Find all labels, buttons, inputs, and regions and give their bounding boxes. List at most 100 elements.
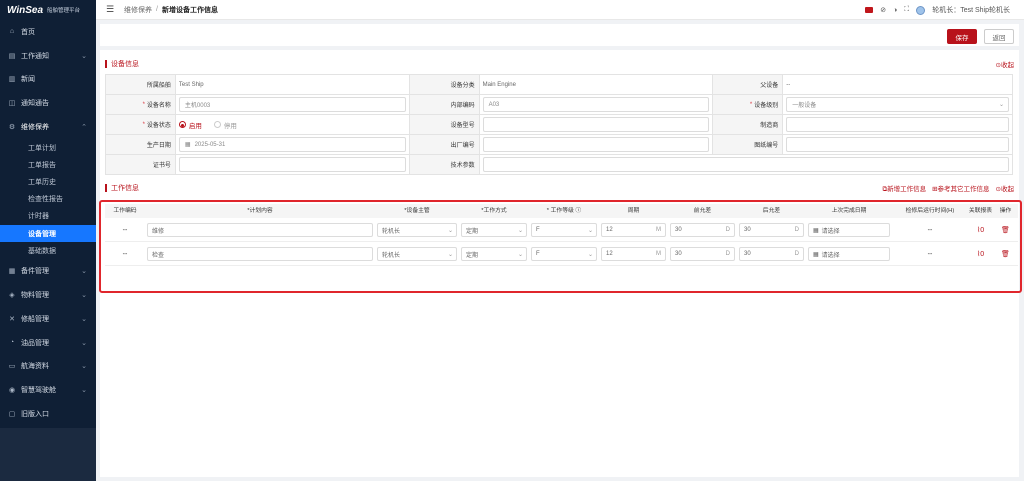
menu-icon: ✕ [9,315,15,323]
role-select[interactable]: 轮机长 ⌄ [377,247,457,261]
model-input[interactable] [482,117,710,132]
menu-icon: ▥ [8,76,16,84]
menu2-item-1[interactable]: ◈ 物料管理 ⌄ [0,283,96,307]
label-level: * 设备级别 [713,95,784,115]
chevron-down-icon: ⌄ [81,339,87,347]
delete-icon[interactable]: 🗑 [1001,250,1010,258]
grade-select[interactable]: F ⌄ [531,247,597,261]
delete-icon[interactable]: 🗑 [1001,226,1010,234]
submenu-item-0[interactable]: 工单计划 [0,139,96,156]
content-input[interactable]: 检查 [147,247,373,261]
menu-icon: ◈ [9,291,15,299]
cert-input[interactable] [178,157,406,172]
menu2-item-2[interactable]: ✕ 修船管理 ⌄ [0,307,96,331]
menu2-item-6[interactable]: ▢ 旧版入口 [0,402,96,426]
menu2-item-0[interactable]: ▦ 备件管理 ⌄ [0,259,96,283]
role-select[interactable]: 轮机长 ⌄ [377,223,457,237]
save-button[interactable]: 保存 [947,29,977,44]
mode-select[interactable]: 定期 ⌄ [461,223,527,237]
submenu-item-4[interactable]: 计时器 [0,208,96,225]
brand-name: WinSea [7,4,44,16]
back-button[interactable]: 返回 [984,29,1014,44]
before-input[interactable]: 30 D [670,247,735,261]
submenu-item-2[interactable]: 工单历史 [0,173,96,190]
chevron-up-icon: ⌃ [81,124,87,132]
label-status: * 设备状态 [106,115,176,135]
work-table-header: 工作编码 *计划内容 *设备主管 *工作方式 * 工作等级 ⓘ 周期 前允差 后… [105,204,1018,218]
ship-value: Test Ship [175,75,410,95]
chevron-down-icon: ⌄ [447,227,453,234]
theme-icon[interactable]: ◑ [893,7,897,14]
calendar-icon: ▦ [813,251,819,258]
label-category: 设备分类 [409,75,480,95]
menu-label: 航海资料 [21,363,49,371]
last-date-picker[interactable]: ▦ 请选择 [808,223,890,237]
breadcrumb-separator: / [156,6,158,13]
submenu-item-6[interactable]: 基础数据 [0,242,96,259]
chevron-down-icon: ⌄ [81,52,87,60]
attachment-icon[interactable]: ⌇0 [977,250,984,258]
menu-label: 首页 [21,28,35,36]
after-input[interactable]: 30 D [739,223,804,237]
menu-icon: ⌂ [9,28,15,36]
compass-icon[interactable]: ⊘ [880,6,886,14]
name-input[interactable]: 主机0003 [178,97,406,112]
grade-select[interactable]: F ⌄ [531,223,597,237]
table-row: -- 维修 轮机长 ⌄ 定期 ⌄ F ⌄ 12 M 30 D 30 D ▦ 请选择 -- ⌇0 🗑 [105,219,1018,242]
after-input[interactable]: 30 D [739,247,804,261]
params-input[interactable] [482,157,1009,172]
menu-toggle-icon[interactable]: ☰ [106,4,116,15]
menu-item-0[interactable]: ⌂ 首页 [0,20,96,44]
table-row: -- 检查 轮机长 ⌄ 定期 ⌄ F ⌄ 12 M 30 D 30 D ▦ 请选择 -- ⌇0 🗑 [105,243,1018,266]
serial-input[interactable] [482,137,710,152]
menu-icon: ◫ [8,100,16,108]
label-drawing: 图纸编号 [713,135,784,155]
status-on-radio[interactable]: 启用 [178,120,202,130]
before-input[interactable]: 30 D [670,223,735,237]
work-collapse-button[interactable]: ⊙收起 [996,183,1014,194]
menu-label: 旧版入口 [21,410,49,418]
menu-item-2[interactable]: ▥ 新闻 [0,68,96,92]
menu-item-4[interactable]: ⚙ 维修保养 ⌃ [0,115,96,139]
attachment-icon[interactable]: ⌇0 [977,226,984,234]
sidebar: WinSea 船舶管理平台 ⌂ 首页 ▤ 工作通知 ⌄ ▥ 新闻 ◫ 通知通告 ⚙ 维修保养 ⌃ 工单计… [0,0,96,481]
chevron-down-icon: ⌄ [587,227,593,234]
mail-icon[interactable] [865,7,874,13]
menu-item-3[interactable]: ◫ 通知通告 [0,91,96,115]
menu-icon: ◉ [8,387,16,395]
cycle-input[interactable]: 12 M [601,247,666,261]
mode-select[interactable]: 定期 ⌄ [461,247,527,261]
add-work-button[interactable]: ⧉新增工作信息 [882,183,926,194]
chevron-down-icon: ⌄ [81,268,87,276]
drawing-input[interactable] [786,137,1009,152]
level-select[interactable]: 一般设备 ⌄ [786,97,1009,112]
topbar: ☰ 维修保养 / 新增设备工作信息 ⊘ ◑ ⛶ 轮机长：Test Ship轮机长 [96,0,1024,20]
label-parent: 父设备 [713,75,784,95]
menu-icon: ▭ [8,363,16,371]
avatar[interactable] [916,5,926,15]
menu-item-1[interactable]: ▤ 工作通知 ⌄ [0,44,96,68]
content-input[interactable]: 维修 [147,223,373,237]
calendar-icon: ▦ [813,227,819,234]
menu2-item-3[interactable]: ◔ 油品管理 ⌄ [0,331,96,355]
cycle-input[interactable]: 12 M [601,223,666,237]
menu2-item-5[interactable]: ◉ 智慧驾驶舱 ⌄ [0,378,96,402]
last-date-picker[interactable]: ▦ 请选择 [808,247,890,261]
menu-label: 维修保养 [21,124,49,132]
fullscreen-icon[interactable]: ⛶ [904,6,909,14]
date-picker[interactable]: ▦ 2025-05-31 [178,137,406,152]
breadcrumb-parent[interactable]: 维修保养 [124,5,152,15]
menu2-item-4[interactable]: ▭ 航海资料 ⌄ [0,354,96,378]
user-name[interactable]: 轮机长：Test Ship轮机长 [932,5,1010,15]
submenu-item-1[interactable]: 工单报告 [0,156,96,173]
runtime-value: -- [927,226,933,234]
submenu-item-3[interactable]: 检查性报告 [0,191,96,208]
code-input[interactable]: A03 [482,97,710,112]
submenu-item-5[interactable]: 设备管理 [0,224,96,243]
equip-collapse-button[interactable]: ⊙收起 [996,59,1014,69]
ref-work-button[interactable]: ⊞参考其它工作信息 [932,183,989,194]
status-off-radio[interactable]: 停用 [213,120,237,130]
maker-input[interactable] [786,117,1009,132]
chevron-down-icon: ⌄ [587,251,593,258]
chevron-down-icon: ⌄ [447,251,453,258]
